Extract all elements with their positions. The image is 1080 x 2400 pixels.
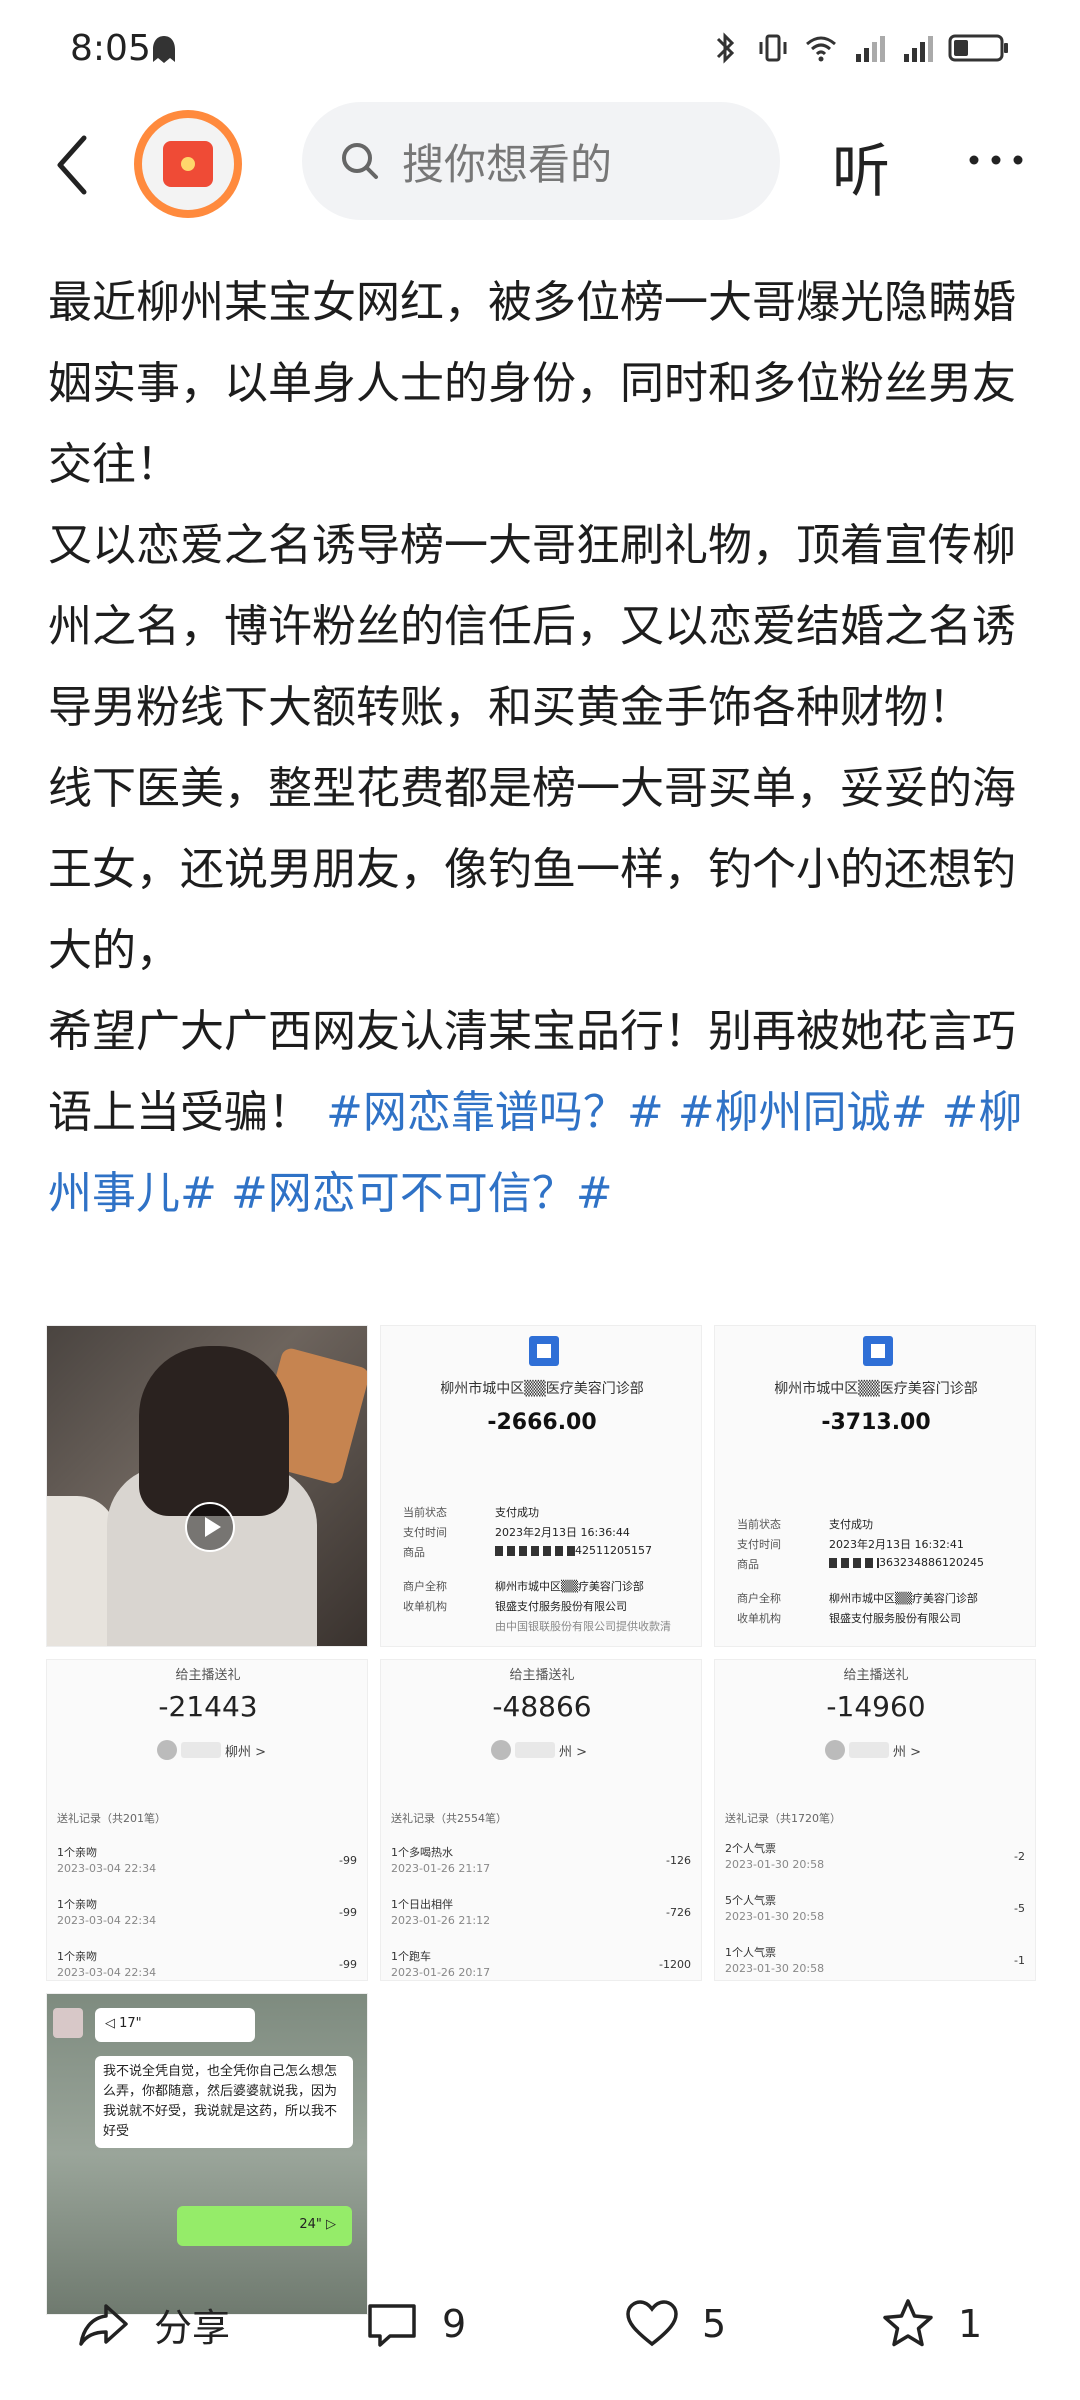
avatar bbox=[825, 1740, 845, 1760]
heart-icon bbox=[626, 2300, 678, 2347]
gift-title: 给主播送礼 bbox=[175, 1668, 241, 1683]
receipt-row: 收单机构 银盛支付服务股份有限公司 bbox=[737, 1612, 961, 1625]
receipt-merchant: 柳州市城中区▒▒医疗美容门诊部 bbox=[774, 1381, 978, 1397]
receipt-row: 收单机构 银盛支付服务股份有限公司 bbox=[403, 1600, 627, 1613]
user-avatar[interactable] bbox=[134, 110, 242, 218]
voice-message-outgoing: 24" ▷ bbox=[177, 2206, 352, 2246]
gift-recipient: 柳州 > bbox=[157, 1740, 266, 1760]
gift-recipient: 州 > bbox=[825, 1740, 921, 1760]
gift-record-item: 1个人气票 2023-01-30 20:58 -1 bbox=[725, 1946, 1025, 1975]
gift-record-item: 1个日出相伴 2023-01-26 21:12 -726 bbox=[391, 1898, 691, 1927]
payment-logo-icon bbox=[863, 1336, 893, 1366]
play-icon[interactable] bbox=[185, 1502, 235, 1552]
red-envelope-icon bbox=[163, 141, 213, 187]
like-button[interactable]: 5 bbox=[624, 2296, 726, 2352]
share-button[interactable]: 分享 bbox=[76, 2296, 230, 2352]
gift-record-item: 1个多喝热水 2023-01-26 21:17 -126 bbox=[391, 1846, 691, 1875]
status-icons bbox=[708, 30, 1010, 66]
comment-button[interactable]: 9 bbox=[364, 2296, 466, 2352]
gift-record-image[interactable]: 给主播送礼 -14960 州 > 送礼记录（共1720笔） 2个人气票 2023-… bbox=[714, 1659, 1036, 1981]
receipt-row: 商户全称 柳州市城中区▒▒疗美容门诊部 bbox=[403, 1580, 644, 1593]
receipt-merchant: 柳州市城中区▒▒医疗美容门诊部 bbox=[440, 1381, 644, 1397]
comment-icon bbox=[368, 2304, 416, 2347]
favorite-button[interactable]: 1 bbox=[880, 2296, 982, 2352]
receipt-row: 当前状态 支付成功 bbox=[403, 1506, 539, 1519]
gift-record-item: 2个人气票 2023-01-30 20:58 -2 bbox=[725, 1842, 1025, 1871]
payment-logo-icon bbox=[529, 1336, 559, 1366]
gift-record-item: 1个跑车 2023-01-26 20:17 -1200 bbox=[391, 1950, 691, 1979]
post-content: 最近柳州某宝女网红，被多位榜一大哥爆光隐瞒婚姻实事，以单身人士的身份，同时和多位… bbox=[48, 262, 1033, 1234]
photo-person-hair bbox=[139, 1346, 289, 1516]
signal-icon bbox=[904, 36, 933, 62]
gift-amount: -48866 bbox=[492, 1690, 592, 1723]
gift-record-count: 送礼记录（共201笔） bbox=[57, 1812, 166, 1825]
share-icon bbox=[79, 2304, 128, 2346]
receipt-row: 商品 363234886120245 bbox=[737, 1556, 984, 1571]
back-arrow-icon[interactable] bbox=[48, 130, 98, 200]
listen-button[interactable]: 听 bbox=[832, 124, 890, 208]
gift-recipient: 州 > bbox=[491, 1740, 587, 1760]
gift-record-count: 送礼记录（共1720笔） bbox=[725, 1812, 841, 1825]
more-options-icon[interactable] bbox=[966, 130, 1026, 190]
avatar bbox=[491, 1740, 511, 1760]
search-placeholder: 搜你想看的 bbox=[402, 139, 613, 189]
voice-message-incoming: ◁ 17" bbox=[95, 2008, 255, 2042]
status-time: 8:05 bbox=[70, 28, 151, 69]
hashtag-link[interactable]: #柳州同诚# bbox=[678, 1087, 928, 1138]
battery-icon bbox=[948, 34, 1008, 62]
post-paragraph: 线下医美，整型花费都是榜一大哥买单，妥妥的海王女，还说男朋友，像钓鱼一样，钓个小… bbox=[48, 763, 1016, 976]
avatar bbox=[53, 2008, 83, 2038]
payment-receipt-image[interactable]: 柳州市城中区▒▒医疗美容门诊部 -3713.00 当前状态 支付成功 支付时间 20… bbox=[714, 1325, 1036, 1647]
comment-count: 9 bbox=[442, 2302, 467, 2346]
payment-receipt-image[interactable]: 柳州市城中区▒▒医疗美容门诊部 -2666.00 当前状态 支付成功 支付时间 20… bbox=[380, 1325, 702, 1647]
wifi-icon bbox=[806, 36, 836, 62]
gift-record-image[interactable]: 给主播送礼 -21443 柳州 > 送礼记录（共201笔） 1个亲吻 2023-0… bbox=[46, 1659, 368, 1981]
chat-screenshot-image[interactable]: ◁ 17" 我不说全凭自觉，也全凭你自己怎么想怎么弄，你都随意，然后婆婆就说我，… bbox=[46, 1993, 368, 2315]
receipt-row: 当前状态 支付成功 bbox=[737, 1518, 873, 1531]
search-bar[interactable]: 搜你想看的 bbox=[302, 102, 780, 220]
chat-background bbox=[47, 1994, 367, 2314]
gift-amount: -21443 bbox=[158, 1690, 258, 1723]
post-paragraph: 最近柳州某宝女网红，被多位榜一大哥爆光隐瞒婚姻实事，以单身人士的身份，同时和多位… bbox=[48, 277, 1016, 490]
gift-record-item: 1个亲吻 2023-03-04 22:34 -99 bbox=[57, 1898, 357, 1927]
receipt-row: 商品 4251120515​7 bbox=[403, 1544, 652, 1559]
signal-icon bbox=[856, 36, 885, 62]
favorite-count: 1 bbox=[958, 2302, 983, 2346]
receipt-amount: -2666.00 bbox=[487, 1410, 597, 1435]
star-icon bbox=[883, 2299, 933, 2347]
top-nav-bar: 搜你想看的 听 bbox=[0, 100, 1080, 230]
vibrate-icon bbox=[759, 34, 787, 62]
gift-title: 给主播送礼 bbox=[843, 1668, 909, 1683]
search-icon bbox=[342, 143, 378, 179]
like-count: 5 bbox=[702, 2302, 727, 2346]
hashtag-link[interactable]: #网恋可不可信？# bbox=[231, 1168, 613, 1219]
gift-amount: -14960 bbox=[826, 1690, 926, 1723]
status-bar: 8:05 bbox=[0, 0, 1080, 100]
bluetooth-icon bbox=[716, 32, 735, 64]
ghost-icon bbox=[153, 36, 175, 63]
gift-record-item: 5个人气票 2023-01-30 20:58 -5 bbox=[725, 1894, 1025, 1923]
receipt-row: 支付时间 2023年2月13日 16:36:44 bbox=[403, 1526, 630, 1539]
chat-message-text: 我不说全凭自觉，也全凭你自己怎么想怎么弄，你都随意，然后婆婆就说我，因为我说就不… bbox=[95, 2056, 353, 2148]
bottom-action-bar: 分享 9 5 1 bbox=[0, 2276, 1080, 2376]
post-paragraph: 希望广大广西网友认清某宝品行！别再被她花言巧语上当受骗！ #网恋靠谱吗？# #柳… bbox=[48, 991, 1033, 1234]
receipt-footer: 由中国银联股份有限公司提供收款清 bbox=[495, 1620, 671, 1633]
gift-title: 给主播送礼 bbox=[509, 1668, 575, 1683]
video-thumbnail[interactable] bbox=[46, 1325, 368, 1647]
receipt-row: 支付时间 2023年2月13日 16:32:41 bbox=[737, 1538, 964, 1551]
receipt-row: 商户全称 柳州市城中区▒▒疗美容门诊部 bbox=[737, 1592, 978, 1605]
share-label: 分享 bbox=[154, 2305, 231, 2350]
post-paragraph: 又以恋爱之名诱导榜一大哥狂刷礼物，顶着宣传柳州之名，博许粉丝的信任后，又以恋爱结… bbox=[48, 520, 1016, 733]
gift-record-item: 1个亲吻 2023-03-04 22:34 -99 bbox=[57, 1846, 357, 1875]
gift-record-item: 1个亲吻 2023-03-04 22:34 -99 bbox=[57, 1950, 357, 1979]
receipt-amount: -3713.00 bbox=[821, 1410, 931, 1435]
hashtag-link[interactable]: #网恋靠谱吗？# bbox=[326, 1087, 664, 1138]
gift-record-count: 送礼记录（共2554笔） bbox=[391, 1812, 507, 1825]
avatar bbox=[157, 1740, 177, 1760]
gift-record-image[interactable]: 给主播送礼 -48866 州 > 送礼记录（共2554笔） 1个多喝热水 2023… bbox=[380, 1659, 702, 1981]
